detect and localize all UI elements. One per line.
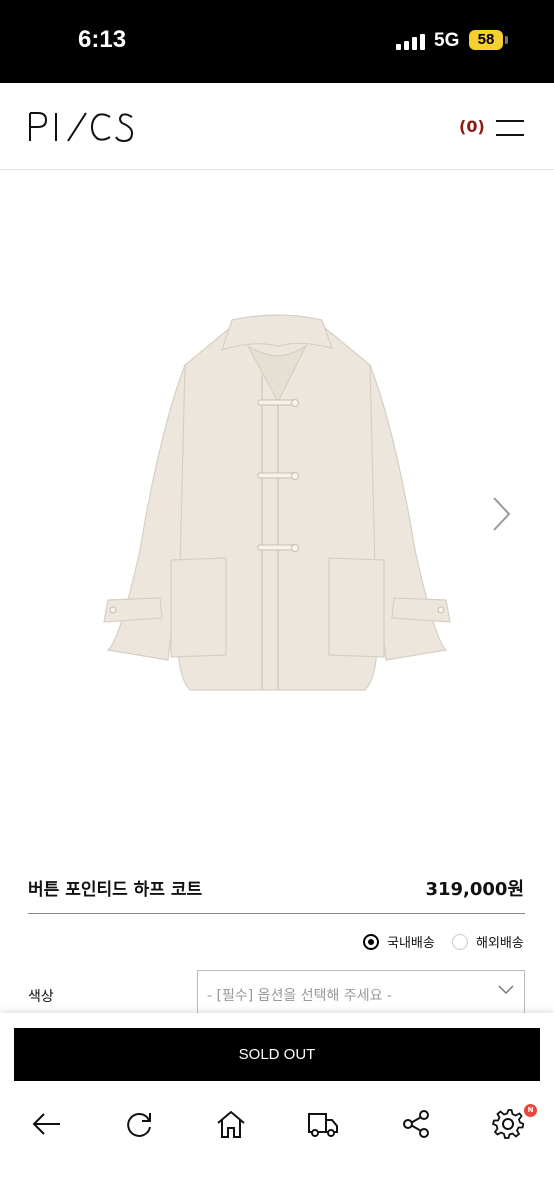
- color-option-label: 색상: [28, 989, 54, 1005]
- cart-count[interactable]: (0): [459, 117, 485, 136]
- radio-unselected-icon[interactable]: [452, 933, 468, 950]
- refresh-icon[interactable]: [123, 1108, 155, 1140]
- brand-logo[interactable]: [28, 111, 138, 143]
- chevron-down-icon: [498, 985, 514, 995]
- hamburger-menu-icon[interactable]: [496, 120, 524, 138]
- product-image[interactable]: [0, 170, 554, 850]
- product-price: 319,000원: [425, 879, 524, 900]
- radio-selected-icon[interactable]: [363, 933, 379, 950]
- sold-out-button[interactable]: SOLD OUT: [14, 1028, 540, 1081]
- shipping-option-domestic[interactable]: 국내배송: [363, 932, 435, 951]
- settings-icon[interactable]: [492, 1108, 524, 1140]
- notification-badge: N: [524, 1104, 537, 1117]
- site-header: (0): [0, 83, 554, 170]
- next-image-arrow-icon[interactable]: [490, 496, 512, 532]
- divider: [28, 913, 525, 914]
- product-title: 버튼 포인티드 하프 코트: [28, 880, 203, 900]
- share-icon[interactable]: [400, 1108, 432, 1140]
- home-icon[interactable]: [215, 1108, 247, 1140]
- battery-tip: [505, 36, 508, 44]
- delivery-truck-icon[interactable]: [307, 1108, 339, 1140]
- coat-illustration: [103, 314, 451, 691]
- shipping-option-overseas[interactable]: 해외배송: [452, 932, 524, 951]
- network-type: 5G: [434, 30, 460, 51]
- shipping-overseas-label: 해외배송: [476, 936, 524, 951]
- status-bar: 6:13 5G 58: [0, 0, 554, 83]
- shipping-domestic-label: 국내배송: [387, 936, 435, 951]
- color-select-placeholder: - [필수] 옵션을 선택해 주세요 -: [207, 988, 392, 1004]
- battery-icon: 58: [469, 30, 503, 50]
- back-icon[interactable]: [30, 1108, 62, 1140]
- status-time: 6:13: [78, 26, 127, 53]
- color-select[interactable]: - [필수] 옵션을 선택해 주세요 -: [197, 970, 525, 1018]
- signal-icon: [396, 34, 425, 50]
